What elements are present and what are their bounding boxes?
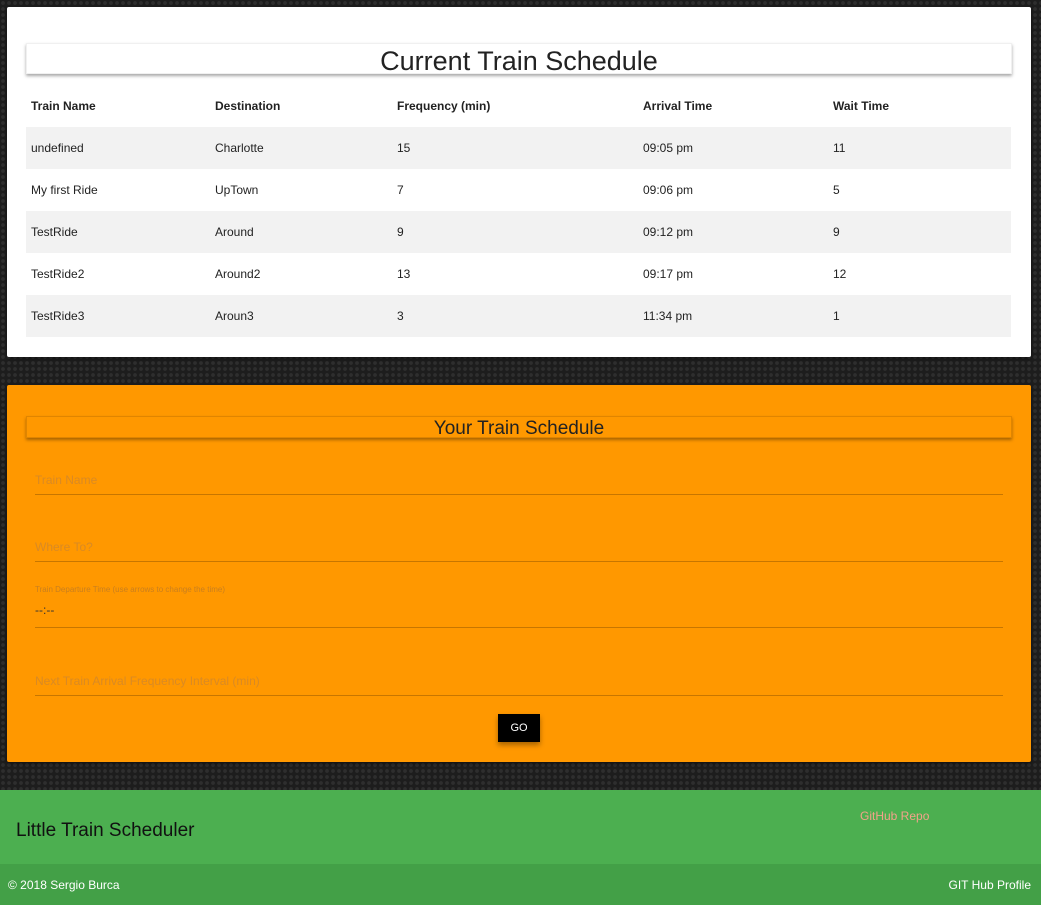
footer-title: Little Train Scheduler	[16, 820, 195, 841]
cell-arrival-time: 09:06 pm	[643, 183, 694, 197]
departure-time-label: Train Departure Time (use arrows to chan…	[35, 585, 226, 594]
cell-frequency: 15	[397, 141, 411, 155]
page-footer: Little Train Scheduler GitHub Repo © 201…	[0, 790, 1041, 905]
github-profile-link[interactable]: GIT Hub Profile	[949, 878, 1031, 892]
destination-input[interactable]	[35, 532, 1003, 562]
cell-train-name: TestRide2	[31, 267, 85, 281]
table-row: My first Ride UpTown 7 09:06 pm 5	[26, 169, 1011, 211]
frequency-input[interactable]	[35, 666, 1003, 696]
schedule-form-card: Your Train Schedule Train Departure Time…	[7, 385, 1031, 762]
cell-destination: Charlotte	[215, 141, 264, 155]
column-header-destination: Destination	[215, 99, 281, 113]
cell-train-name: TestRide	[31, 225, 78, 239]
footer-copyright-bar: © 2018 Sergio Burca GIT Hub Profile	[0, 864, 1041, 905]
train-name-input[interactable]	[35, 465, 1003, 495]
cell-destination: Around	[215, 225, 254, 239]
schedule-card: Current Train Schedule Train Name Destin…	[7, 7, 1031, 357]
cell-frequency: 9	[397, 225, 404, 239]
departure-time-input[interactable]: --:--	[35, 597, 1003, 628]
cell-wait-time: 9	[833, 225, 840, 239]
column-header-train-name: Train Name	[31, 99, 96, 113]
cell-wait-time: 12	[833, 267, 847, 281]
go-button[interactable]: GO	[498, 714, 540, 742]
cell-wait-time: 5	[833, 183, 840, 197]
table-row: TestRide Around 9 09:12 pm 9	[26, 211, 1011, 253]
cell-arrival-time: 11:34 pm	[643, 309, 693, 323]
schedule-heading: Current Train Schedule	[26, 43, 1012, 76]
train-schedule-table: Train Name Destination Frequency (min) A…	[26, 85, 1011, 337]
cell-arrival-time: 09:05 pm	[643, 141, 694, 155]
cell-frequency: 7	[397, 183, 404, 197]
cell-frequency: 13	[397, 267, 411, 281]
cell-destination: UpTown	[215, 183, 259, 197]
cell-arrival-time: 09:12 pm	[643, 225, 694, 239]
cell-destination: Aroun3	[215, 309, 254, 323]
table-row: TestRide2 Around2 13 09:17 pm 12	[26, 253, 1011, 295]
column-header-wait-time: Wait Time	[833, 99, 890, 113]
table-row: TestRide3 Aroun3 3 11:34 pm 1	[26, 295, 1011, 337]
cell-destination: Around2	[215, 267, 261, 281]
copyright-text: © 2018 Sergio Burca	[8, 878, 120, 892]
cell-arrival-time: 09:17 pm	[643, 267, 694, 281]
github-repo-link[interactable]: GitHub Repo	[860, 809, 929, 823]
cell-frequency: 3	[397, 309, 404, 323]
cell-wait-time: 1	[833, 309, 840, 323]
column-header-frequency: Frequency (min)	[397, 99, 491, 113]
cell-train-name: undefined	[31, 141, 84, 155]
form-heading: Your Train Schedule	[26, 416, 1012, 439]
table-row: undefined Charlotte 15 09:05 pm 11	[26, 127, 1011, 169]
column-header-arrival-time: Arrival Time	[643, 99, 713, 113]
cell-wait-time: 11	[833, 141, 846, 155]
cell-train-name: My first Ride	[31, 183, 98, 197]
table-header-row: Train Name Destination Frequency (min) A…	[26, 85, 1011, 127]
cell-train-name: TestRide3	[31, 309, 85, 323]
